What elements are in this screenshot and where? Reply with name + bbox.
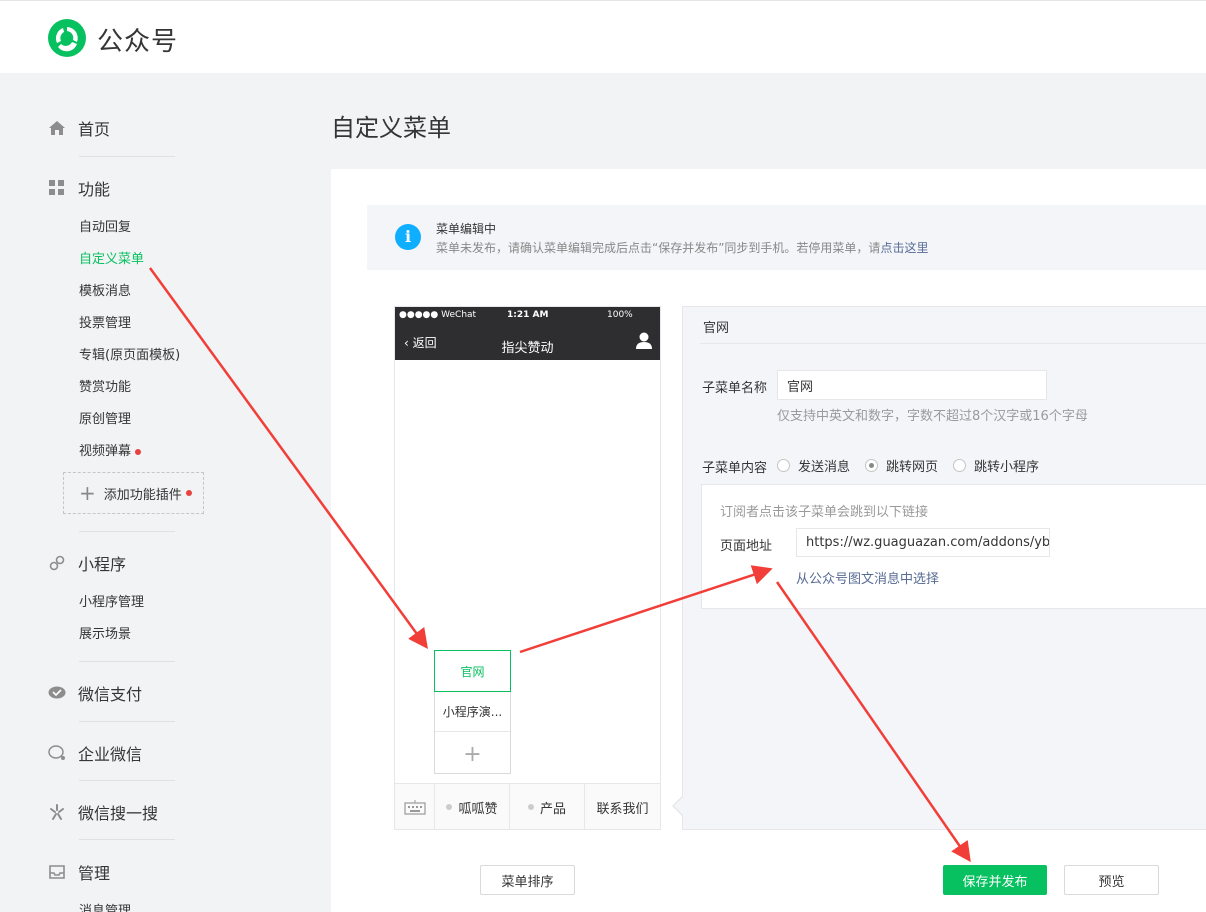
menu-tab-label: 呱呱赞 [458,801,498,817]
sidebar-item-label: 首页 [78,120,111,139]
submenu-name-hint: 仅支持中英文和数字，字数不超过8个汉字或16个字母 [777,409,1088,424]
sidebar-item-display-scenes[interactable]: 展示场景 [79,623,131,642]
inbox-icon [48,863,66,881]
disable-menu-link[interactable]: 点击这里 [880,241,928,255]
add-plugin-button[interactable]: + 添加功能插件 [63,472,204,514]
sidebar-item-label: 管理 [78,864,111,883]
sidebar-item-video-danmaku[interactable]: 视频弹幕 [79,440,142,459]
radio-jump-webpage[interactable]: 跳转网页 [865,456,938,475]
top-bar: 公众号 [0,0,1206,73]
submenu-dot-icon [446,804,453,810]
notice-banner: i 菜单编辑中 菜单未发布，请确认菜单编辑完成后点击“保存并发布”同步到手机。若… [367,205,1206,270]
radio-jump-miniprogram[interactable]: 跳转小程序 [953,456,1039,475]
submenu-content-label: 子菜单内容 [702,461,768,476]
editor-pointer-fill [674,797,683,815]
sidebar-item-home[interactable]: 首页 [48,116,110,140]
sidebar-item-custom-menu[interactable]: 自定义菜单 [79,248,144,267]
divider [79,531,175,532]
sidebar-item-miniprogram-manage[interactable]: 小程序管理 [79,591,144,610]
menu-sort-button[interactable]: 菜单排序 [480,865,575,895]
menu-tab-label: 产品 [539,801,566,817]
editor-title: 官网 [703,321,730,336]
search-sparkle-icon [48,803,66,821]
submenu-popup: 官网 小程序演... + [434,650,511,774]
submenu-item-miniprogram[interactable]: 小程序演... [435,692,510,732]
plus-icon: + [79,481,96,505]
sidebar-item-vote[interactable]: 投票管理 [79,312,131,331]
sidebar-item-original[interactable]: 原创管理 [79,408,131,427]
phone-header: ‹ 返回 指尖赞动 [395,323,660,360]
wechat-pay-icon [48,684,66,702]
grid-icon [48,179,66,197]
phone-status-bar: ●●●●● WeChat 1:21 AM 100% [395,307,660,323]
notice-text: 菜单未发布，请确认菜单编辑完成后点击“保存并发布”同步到手机。若停用菜单，请点击… [436,239,928,256]
url-box-hint: 订阅者点击该子菜单会跳到以下链接 [720,505,929,520]
sidebar-item-functions[interactable]: 功能 [48,176,110,200]
sidebar-item-label: 视频弹幕 [79,444,132,459]
preview-button[interactable]: 预览 [1064,865,1159,895]
user-icon [636,332,652,349]
radio-send-message[interactable]: 发送消息 [777,456,850,475]
choose-from-articles-link[interactable]: 从公众号图文消息中选择 [796,568,939,587]
divider [79,839,175,840]
sidebar-item-template-message[interactable]: 模板消息 [79,280,131,299]
sidebar-item-label: 企业微信 [78,745,143,764]
url-input[interactable]: https://wz.guaguazan.com/addons/yb_ [796,528,1050,557]
sidebar-item-album[interactable]: 专辑(原页面模板) [79,344,180,363]
radio-circle-icon [953,459,966,472]
info-icon: i [395,224,421,250]
sidebar-item-messages[interactable]: 消息管理 [79,900,131,912]
new-badge-dot [185,490,192,496]
menu-tab-label: 联系我们 [596,801,649,817]
divider [700,343,1206,344]
submenu-item-website[interactable]: 官网 [434,650,511,692]
battery-label: 100% [607,310,633,320]
sidebar-item-manage[interactable]: 管理 [48,860,110,884]
divider [79,721,175,722]
sidebar-item-search[interactable]: 微信搜一搜 [48,800,158,824]
notice-text-body: 菜单未发布，请确认菜单编辑完成后点击“保存并发布”同步到手机。若停用菜单，请 [436,241,881,255]
keyboard-icon[interactable] [395,784,435,830]
sidebar-item-label: 微信支付 [78,685,143,704]
sidebar-item-label: 功能 [78,180,111,199]
radio-label: 跳转小程序 [974,460,1040,475]
add-submenu-plus-icon[interactable]: + [435,734,510,774]
menu-tab-product[interactable]: 产品 [510,784,585,830]
submenu-name-label: 子菜单名称 [702,381,768,396]
radio-checked-icon [865,459,878,472]
menu-tab-contact[interactable]: 联系我们 [585,784,660,830]
radio-label: 跳转网页 [886,460,939,475]
divider [79,780,175,781]
sidebar-item-miniprogram[interactable]: 小程序 [48,551,126,575]
page-title: 自定义菜单 [331,114,451,142]
divider [79,661,175,662]
wechat-official-logo-icon[interactable] [48,19,86,57]
carrier-label: ●●●●● WeChat [399,310,477,320]
save-publish-button[interactable]: 保存并发布 [943,865,1047,895]
clock-label: 1:21 AM [507,310,549,320]
sidebar-item-work-wechat[interactable]: 企业微信 [48,741,142,765]
add-plugin-label: 添加功能插件 [103,487,182,503]
sidebar-item-reward[interactable]: 赞赏功能 [79,376,131,395]
notice-title: 菜单编辑中 [436,222,497,236]
submenu-dot-icon [527,804,534,810]
sidebar-item-auto-reply[interactable]: 自动回复 [79,216,131,235]
menu-tab-guaguazan[interactable]: 呱呱赞 [435,784,510,830]
radio-label: 发送消息 [798,460,851,475]
url-label: 页面地址 [720,539,773,554]
new-badge-dot [135,448,142,455]
account-title: 指尖赞动 [501,341,554,356]
work-wechat-icon [48,744,66,762]
sidebar-item-label: 微信搜一搜 [78,804,159,823]
sidebar-item-wechat-pay[interactable]: 微信支付 [48,681,142,705]
brand-title: 公众号 [97,27,179,57]
sidebar-item-label: 小程序 [78,555,127,574]
phone-menu-bar: 呱呱赞 产品 联系我们 [395,783,660,830]
miniprogram-icon [48,554,66,572]
divider [79,156,175,157]
radio-circle-icon [777,459,790,472]
submenu-name-input[interactable]: 官网 [777,370,1047,400]
home-icon [48,119,66,137]
